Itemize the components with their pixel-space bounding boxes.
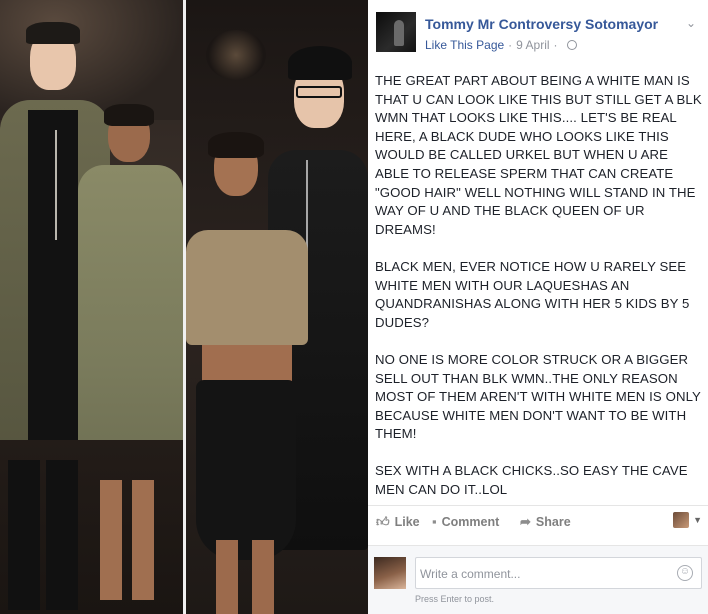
actor-avatar bbox=[673, 512, 690, 528]
user-avatar bbox=[374, 557, 406, 589]
like-button[interactable]: 👍︎ Like bbox=[376, 514, 420, 530]
share-arrow-icon: ➦ bbox=[520, 514, 531, 529]
post-paragraph-4: SEX WITH A BLACK CHICKS..SO EASY THE CAV… bbox=[375, 463, 688, 498]
post-date-link[interactable]: 9 April bbox=[516, 38, 549, 52]
globe-icon bbox=[566, 40, 577, 50]
press-enter-hint: Press Enter to post. bbox=[415, 594, 495, 604]
post-paragraph-2: BLACK MEN, EVER NOTICE HOW U RARELY SEE … bbox=[375, 258, 690, 330]
share-button[interactable]: ➦ Share bbox=[520, 514, 571, 530]
comment-button[interactable]: ▪ Comment bbox=[432, 514, 499, 529]
speech-bubble-icon: ▪ bbox=[432, 514, 437, 529]
comment-label: Comment bbox=[441, 514, 500, 529]
post-text: THE GREAT PART ABOUT BEING A WHITE MAN I… bbox=[375, 72, 705, 518]
thumbs-up-icon: 👍︎ bbox=[376, 514, 390, 529]
page-name-link[interactable]: Tommy Mr Controversy Sotomayor bbox=[425, 16, 658, 32]
post-photo[interactable] bbox=[0, 0, 368, 614]
like-page-link[interactable]: Like This Page bbox=[425, 38, 504, 52]
page-avatar[interactable] bbox=[376, 12, 416, 52]
meta-separator-2: · bbox=[553, 38, 558, 52]
comment-composer: ☺ Press Enter to post. bbox=[368, 545, 708, 614]
actor-selector[interactable]: ▼ bbox=[673, 512, 702, 528]
post-header: Tommy Mr Controversy Sotomayor Like This… bbox=[368, 0, 708, 60]
caret-down-icon: ▼ bbox=[693, 515, 702, 525]
comment-box[interactable]: ☺ bbox=[415, 557, 702, 589]
share-label: Share bbox=[535, 515, 571, 529]
like-label: Like bbox=[394, 515, 420, 529]
photo-left-couple[interactable] bbox=[0, 0, 183, 614]
post-actions: 👍︎ Like ▪ Comment ➦ Share ▼ bbox=[368, 505, 708, 535]
comment-input[interactable] bbox=[420, 564, 670, 584]
chevron-down-icon[interactable]: ⌄ bbox=[686, 16, 696, 30]
smiley-icon[interactable]: ☺ bbox=[677, 565, 693, 581]
post-paragraph-1: THE GREAT PART ABOUT BEING A WHITE MAN I… bbox=[375, 73, 702, 237]
meta-separator: · bbox=[508, 38, 513, 52]
post-meta: Like This Page · 9 April · bbox=[425, 38, 577, 52]
post-panel: Tommy Mr Controversy Sotomayor Like This… bbox=[368, 0, 708, 614]
photo-right-couple[interactable] bbox=[186, 0, 368, 614]
post-paragraph-3: NO ONE IS MORE COLOR STRUCK OR A BIGGER … bbox=[375, 351, 701, 442]
